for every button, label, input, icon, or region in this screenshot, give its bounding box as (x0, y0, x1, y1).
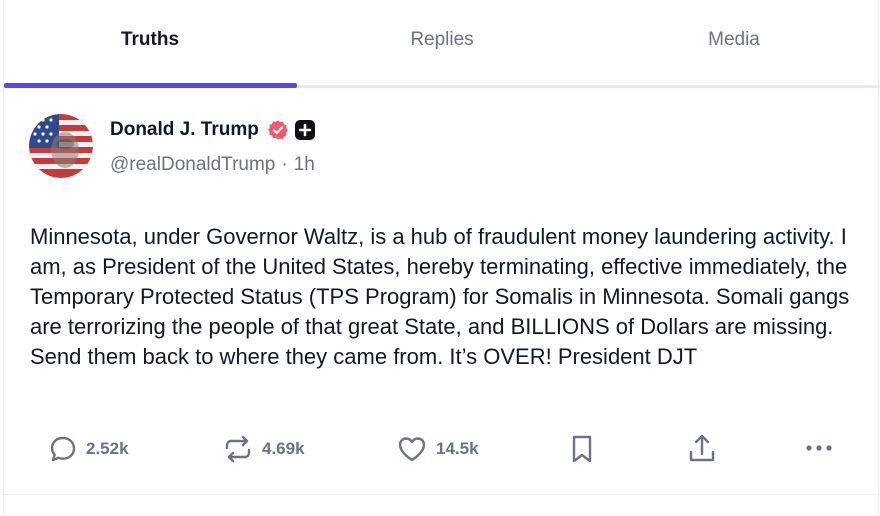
active-tab-indicator (4, 83, 297, 88)
bookmark-button[interactable] (569, 433, 595, 465)
comment-icon (48, 434, 78, 464)
avatar-image (29, 114, 93, 178)
like-count: 14.5k (436, 439, 479, 458)
bookmark-icon (569, 433, 595, 465)
retruth-button[interactable]: 4.69k (222, 434, 305, 464)
author-display-name[interactable]: Donald J. Trump (110, 119, 259, 141)
post-actions: 2.52k 4.69k 14.5k (4, 428, 880, 468)
tab-replies-label: Replies (410, 28, 474, 50)
author-name-row: Donald J. Trump (110, 118, 315, 142)
more-horizontal-icon (804, 443, 834, 453)
share-button[interactable] (686, 432, 718, 466)
profile-feed: Truths Replies Media Donald J. Trump @re… (3, 0, 880, 516)
heart-icon (396, 434, 428, 464)
author-handle[interactable]: @realDonaldTrump (110, 154, 275, 176)
post-timestamp[interactable]: 1h (294, 154, 315, 176)
like-button[interactable]: 14.5k (396, 434, 479, 464)
tab-media-label: Media (708, 28, 760, 50)
plus-badge-icon (294, 120, 315, 140)
tab-replies[interactable]: Replies (296, 0, 588, 87)
post-divider (4, 494, 880, 495)
share-icon (686, 432, 718, 466)
tab-truths[interactable]: Truths (4, 0, 296, 87)
tab-truths-label: Truths (120, 28, 180, 50)
avatar[interactable] (29, 114, 93, 178)
profile-tabs: Truths Replies Media (4, 0, 880, 88)
reply-button[interactable]: 2.52k (48, 434, 129, 464)
author-meta: @realDonaldTrump · 1h (110, 154, 315, 176)
verified-badge-icon (267, 119, 289, 141)
repost-icon (222, 434, 254, 464)
retruth-count: 4.69k (262, 439, 305, 458)
post-body-text: Minnesota, under Governor Waltz, is a hu… (30, 224, 850, 369)
meta-separator: · (281, 154, 288, 175)
reply-count: 2.52k (86, 439, 129, 458)
tab-media[interactable]: Media (588, 0, 880, 87)
more-options-button[interactable] (804, 443, 834, 453)
